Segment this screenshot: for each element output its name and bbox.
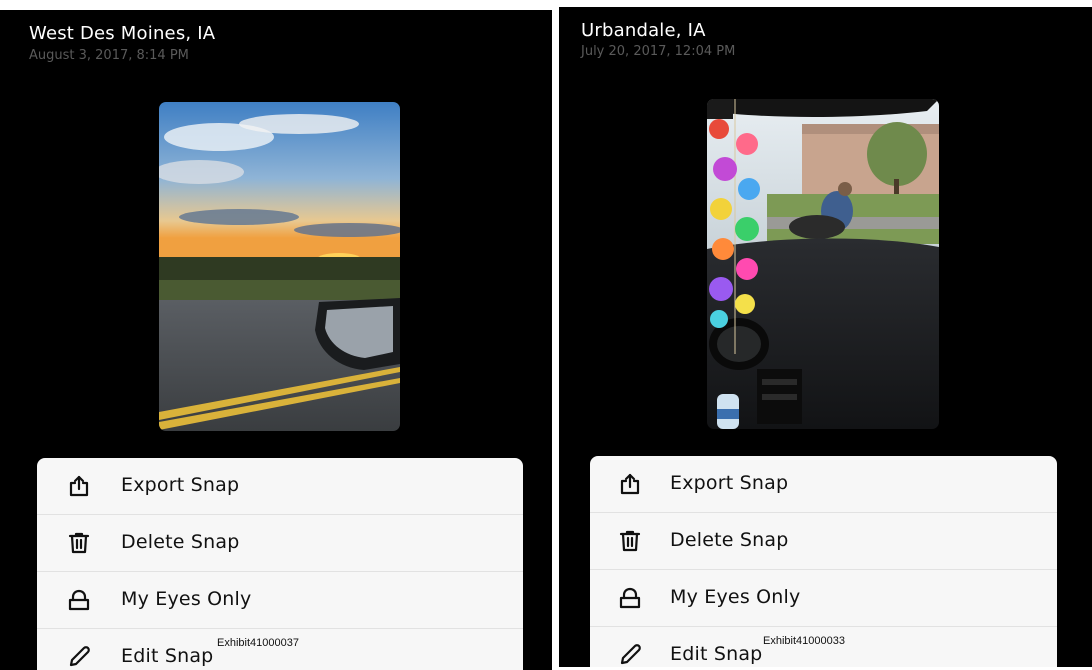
trash-icon (67, 531, 91, 555)
delete-snap-button[interactable]: Delete Snap (37, 515, 523, 572)
my-eyes-only-button[interactable]: My Eyes Only (590, 570, 1057, 627)
menu-item-label: Export Snap (670, 472, 789, 494)
menu-item-label: Edit Snap (121, 645, 214, 667)
lock-icon (618, 586, 642, 610)
menu-item-label: Delete Snap (121, 531, 240, 553)
snap-thumbnail[interactable] (159, 102, 400, 431)
export-icon (67, 474, 91, 498)
edit-snap-button[interactable]: Edit Snap Exhibit41000033 (590, 627, 1057, 667)
trash-icon (618, 529, 642, 553)
snap-date: July 20, 2017, 12:04 PM (581, 44, 736, 59)
lock-icon (67, 588, 91, 612)
menu-item-label: Delete Snap (670, 529, 789, 551)
pencil-icon (618, 643, 642, 667)
export-snap-button[interactable]: Export Snap (37, 458, 523, 515)
delete-snap-button[interactable]: Delete Snap (590, 513, 1057, 570)
my-eyes-only-button[interactable]: My Eyes Only (37, 572, 523, 629)
menu-item-label: Edit Snap (670, 643, 763, 665)
exhibit-stamp: Exhibit41000037 (217, 637, 299, 649)
snap-location: West Des Moines, IA (29, 23, 216, 44)
exhibit-stamp: Exhibit41000033 (763, 635, 845, 647)
menu-item-label: My Eyes Only (121, 588, 252, 610)
snap-detail-panel-right: Urbandale, IA July 20, 2017, 12:04 PM Ex… (559, 7, 1092, 667)
snap-date: August 3, 2017, 8:14 PM (29, 48, 189, 63)
export-snap-button[interactable]: Export Snap (590, 456, 1057, 513)
snap-detail-panel-left: West Des Moines, IA August 3, 2017, 8:14… (0, 10, 552, 670)
snap-action-menu: Export Snap Delete Snap My Eyes Only Edi… (590, 456, 1057, 667)
snap-location: Urbandale, IA (581, 20, 706, 41)
snap-thumbnail[interactable] (707, 99, 939, 429)
menu-item-label: My Eyes Only (670, 586, 801, 608)
snap-action-menu: Export Snap Delete Snap My Eyes Only Edi… (37, 458, 523, 670)
menu-item-label: Export Snap (121, 474, 240, 496)
pencil-icon (67, 645, 91, 669)
export-icon (618, 472, 642, 496)
edit-snap-button[interactable]: Edit Snap Exhibit41000037 (37, 629, 523, 670)
